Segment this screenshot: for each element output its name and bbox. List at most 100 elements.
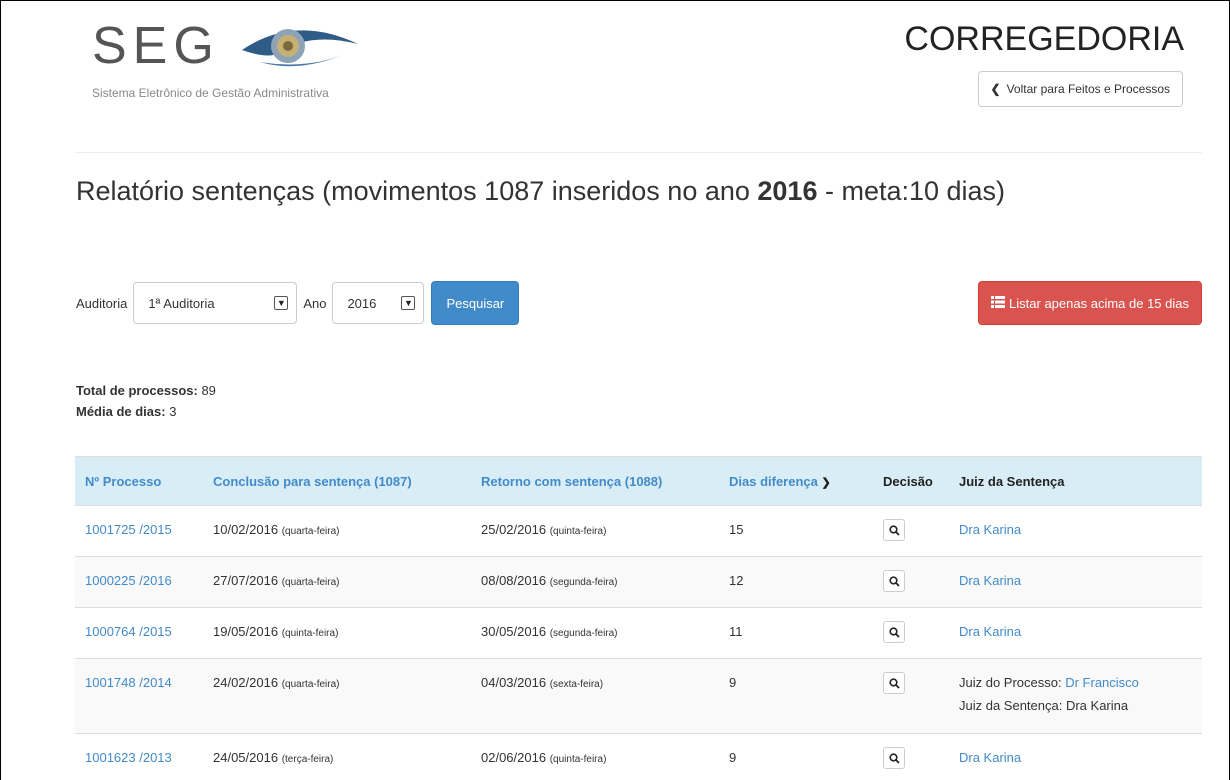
processo-link[interactable]: 1001623 /2013 — [85, 750, 172, 765]
back-button[interactable]: ❮ Voltar para Feitos e Processos — [977, 71, 1183, 107]
retorno-cell: 02/06/2016 (quinta-feira) — [471, 733, 719, 780]
title-year: 2016 — [757, 176, 818, 206]
header-divider — [75, 152, 1202, 153]
retorno-weekday: (segunda-feira) — [549, 577, 618, 588]
juiz-cell: Juiz do Processo: Dr Francisco Juiz da S… — [949, 658, 1202, 734]
logo-text: SEG — [92, 17, 220, 75]
chevron-down-icon: ▼ — [401, 296, 416, 310]
header-juiz: Juiz da Sentença — [949, 456, 1202, 506]
dias-cell: 11 — [719, 607, 873, 659]
logo-subtitle: Sistema Eletrônico de Gestão Administrat… — [92, 86, 329, 100]
conclusao-weekday: (quarta-feira) — [281, 526, 340, 537]
retorno-weekday: (sexta-feira) — [549, 679, 604, 690]
search-decision-button[interactable] — [883, 570, 905, 592]
title-suffix: - meta:10 dias) — [817, 176, 1006, 206]
filter-bar: Auditoria 1ª Auditoria ▼ Ano 2016 ▼ Pesq… — [76, 281, 520, 325]
page-title: Relatório sentenças (movimentos 1087 ins… — [76, 176, 1005, 207]
dias-cell: 9 — [719, 733, 873, 780]
conclusao-date: 24/05/2016 — [213, 750, 279, 765]
header-processo[interactable]: Nº Processo — [75, 456, 203, 506]
retorno-cell: 08/08/2016 (segunda-feira) — [471, 556, 719, 608]
search-decision-button[interactable] — [883, 672, 905, 694]
juiz-link[interactable]: Dra Karina — [959, 573, 1021, 588]
juiz-sentenca-value: Dra Karina — [1065, 698, 1129, 713]
title-prefix: Relatório sentenças (movimentos 1087 ins… — [76, 176, 758, 206]
processo-link[interactable]: 1000764 /2015 — [85, 624, 172, 639]
magnifier-icon — [888, 575, 900, 587]
juiz-sentenca: Juiz da Sentença: Dra Karina — [959, 694, 1192, 717]
processo-link[interactable]: 1001748 /2014 — [85, 675, 172, 690]
conclusao-cell: 24/02/2016 (quarta-feira) — [203, 658, 471, 734]
conclusao-weekday: (quarta-feira) — [281, 679, 340, 690]
table-row: 1000764 /2015 19/05/2016 (quinta-feira) … — [75, 607, 1202, 659]
auditoria-label: Auditoria — [76, 295, 128, 311]
chevron-left-icon: ❮ — [990, 82, 1001, 96]
seg-logo: SEG Sistema Eletrônico de Gestão Adminis… — [92, 14, 392, 104]
processo-link[interactable]: 1001725 /2015 — [85, 522, 172, 537]
search-decision-button[interactable] — [883, 747, 905, 769]
search-decision-button[interactable] — [883, 621, 905, 643]
media-label: Média de dias: — [76, 404, 166, 419]
ano-select[interactable]: 2016 ▼ — [332, 282, 425, 324]
media-value: 3 — [165, 404, 177, 419]
auditoria-selected: 1ª Auditoria — [148, 295, 215, 311]
conclusao-date: 24/02/2016 — [213, 675, 279, 690]
chevron-down-icon: ▼ — [274, 296, 289, 310]
ano-selected: 2016 — [347, 295, 377, 311]
retorno-cell: 25/02/2016 (quinta-feira) — [471, 505, 719, 557]
juiz-link[interactable]: Dra Karina — [959, 522, 1021, 537]
table-row: 1001623 /2013 24/05/2016 (terça-feira) 0… — [75, 733, 1202, 780]
conclusao-date: 19/05/2016 — [213, 624, 279, 639]
magnifier-icon — [888, 524, 900, 536]
table-header-row: Nº Processo Conclusão para sentença (108… — [75, 456, 1202, 506]
conclusao-cell: 19/05/2016 (quinta-feira) — [203, 607, 471, 659]
conclusao-cell: 24/05/2016 (terça-feira) — [203, 733, 471, 780]
auditoria-select[interactable]: 1ª Auditoria ▼ — [133, 282, 298, 324]
conclusao-weekday: (terça-feira) — [281, 754, 334, 765]
juiz-link[interactable]: Dra Karina — [959, 624, 1021, 639]
retorno-weekday: (quinta-feira) — [549, 526, 607, 537]
conclusao-cell: 10/02/2016 (quarta-feira) — [203, 505, 471, 557]
header-dias[interactable]: Dias diferença ❯ — [719, 456, 873, 506]
search-button[interactable]: Pesquisar — [431, 281, 520, 325]
total-label: Total de processos: — [76, 383, 198, 398]
juiz-sentenca-label: Juiz da Sentença: — [959, 698, 1066, 713]
dias-cell: 9 — [719, 658, 873, 734]
magnifier-icon — [888, 677, 900, 689]
totals-summary: Total de processos: 89 Média de dias: 3 — [76, 380, 216, 422]
conclusao-weekday: (quarta-feira) — [281, 577, 340, 588]
back-button-label: Voltar para Feitos e Processos — [1006, 82, 1170, 96]
conclusao-date: 10/02/2016 — [213, 522, 279, 537]
retorno-weekday: (segunda-feira) — [549, 628, 618, 639]
list-icon — [991, 295, 1006, 312]
table-row: 1000225 /2016 27/07/2016 (quarta-feira) … — [75, 556, 1202, 608]
retorno-date: 30/05/2016 — [481, 624, 547, 639]
conclusao-weekday: (quinta-feira) — [281, 628, 339, 639]
section-title: CORREGEDORIA — [904, 20, 1184, 58]
retorno-cell: 30/05/2016 (segunda-feira) — [471, 607, 719, 659]
list-over-15-days-button[interactable]: Listar apenas acima de 15 dias — [978, 281, 1202, 325]
magnifier-icon — [888, 626, 900, 638]
search-decision-button[interactable] — [883, 519, 905, 541]
total-processos: Total de processos: 89 — [76, 380, 216, 401]
retorno-cell: 04/03/2016 (sexta-feira) — [471, 658, 719, 734]
retorno-date: 04/03/2016 — [481, 675, 547, 690]
retorno-date: 25/02/2016 — [481, 522, 547, 537]
dias-cell: 15 — [719, 505, 873, 557]
juiz-processo-link[interactable]: Dr Francisco — [1065, 675, 1139, 690]
table-row: 1001725 /2015 10/02/2016 (quarta-feira) … — [75, 505, 1202, 557]
table-row: 1001748 /2014 24/02/2016 (quarta-feira) … — [75, 658, 1202, 734]
processo-link[interactable]: 1000225 /2016 — [85, 573, 172, 588]
header-conclusao[interactable]: Conclusão para sentença (1087) — [203, 456, 471, 506]
retorno-weekday: (quinta-feira) — [549, 754, 607, 765]
eye-logo-icon — [242, 29, 358, 67]
sentences-table: Nº Processo Conclusão para sentença (108… — [75, 456, 1202, 780]
header-retorno[interactable]: Retorno com sentença (1088) — [471, 456, 719, 506]
retorno-date: 08/08/2016 — [481, 573, 547, 588]
ano-label: Ano — [303, 295, 327, 311]
juiz-link[interactable]: Dra Karina — [959, 750, 1021, 765]
sort-chevron-down-icon: ❯ — [821, 476, 831, 489]
total-value: 89 — [197, 383, 216, 398]
dias-cell: 12 — [719, 556, 873, 608]
conclusao-cell: 27/07/2016 (quarta-feira) — [203, 556, 471, 608]
